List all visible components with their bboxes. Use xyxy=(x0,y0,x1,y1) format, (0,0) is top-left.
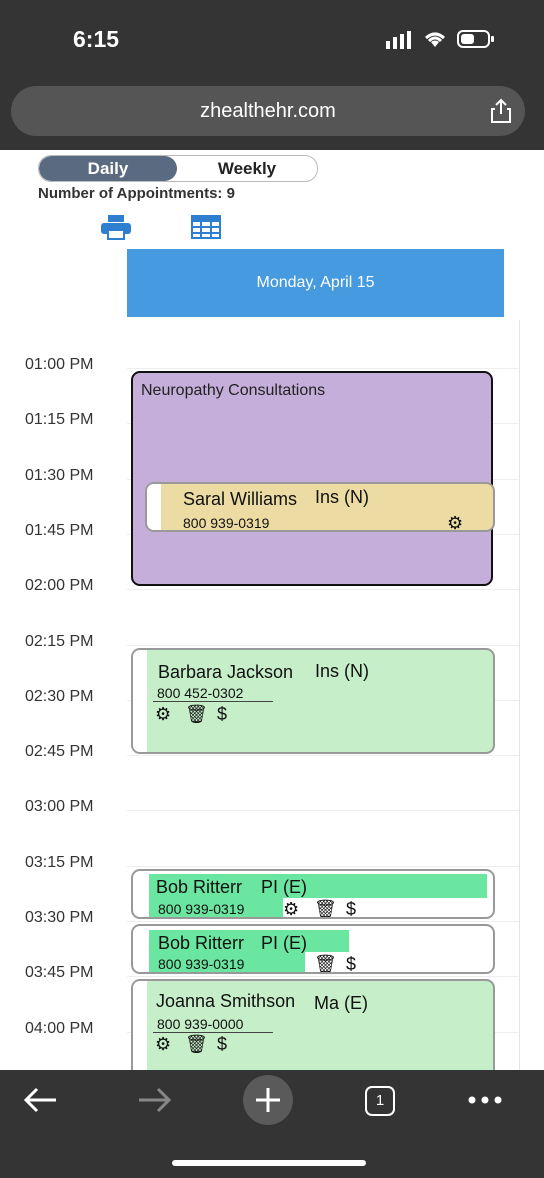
view-toggle: Daily Weekly xyxy=(38,155,318,182)
time-slot-label: 03:15 PM xyxy=(25,854,94,871)
card-strip xyxy=(147,484,161,530)
gear-icon[interactable]: ⚙ xyxy=(283,900,299,917)
tabs-button[interactable]: 1 xyxy=(365,1086,395,1116)
patient-name: Saral Williams xyxy=(183,489,298,509)
url-text: zhealthehr.com xyxy=(200,100,336,122)
slot-divider xyxy=(127,755,519,756)
dollar-icon[interactable]: $ xyxy=(217,705,227,723)
patient-name: Barbara Jackson xyxy=(158,662,294,682)
patient-phone: 800 939-0000 xyxy=(157,1016,244,1032)
time-slot-label: 02:15 PM xyxy=(25,633,94,650)
tabs-count: 1 xyxy=(375,1092,385,1109)
dollar-icon[interactable]: $ xyxy=(346,955,356,972)
patient-phone: 800 939-0319 xyxy=(158,956,245,972)
patient-name: Joanna Smithson xyxy=(156,991,296,1011)
card-strip xyxy=(133,650,147,752)
signal-icon xyxy=(386,31,411,49)
phone-underline xyxy=(153,1032,273,1033)
dollar-icon[interactable]: $ xyxy=(217,1035,227,1053)
trash-icon[interactable]: 🗑 xyxy=(314,955,337,972)
slot-divider xyxy=(127,368,519,369)
trash-icon[interactable]: 🗑 xyxy=(314,900,337,917)
new-tab-icon[interactable] xyxy=(243,1075,293,1125)
time-slot-label: 02:00 PM xyxy=(25,577,94,594)
appointment-type: Ins (N) xyxy=(315,487,369,507)
time-slot-label: 03:30 PM xyxy=(25,909,94,926)
patient-phone: 800 939-0319 xyxy=(158,901,245,917)
time-slot-label: 03:00 PM xyxy=(25,798,94,815)
time-slot-label: 03:45 PM xyxy=(25,964,94,981)
schedule-block[interactable]: Neuropathy Consultations xyxy=(131,371,493,586)
appointment-type: PI (E) xyxy=(261,933,308,953)
block-title: Neuropathy Consultations xyxy=(141,382,326,399)
back-arrow-icon[interactable] xyxy=(22,1086,58,1114)
time-slot-label: 04:00 PM xyxy=(25,1020,94,1037)
gear-icon[interactable]: ⚙ xyxy=(447,514,463,530)
time-slot-label: 01:30 PM xyxy=(25,467,94,484)
appointments-count: Number of Appointments: 9 xyxy=(38,185,235,202)
time-slot-label: 01:00 PM xyxy=(25,356,94,373)
trash-icon[interactable]: 🗑 xyxy=(185,1035,208,1053)
dollar-icon[interactable]: $ xyxy=(346,900,356,917)
phone-underline xyxy=(153,701,273,702)
slot-divider xyxy=(127,866,519,867)
patient-phone: 800 939-0319 xyxy=(183,515,270,531)
status-time: 6:15 xyxy=(73,26,120,52)
trash-icon[interactable]: 🗑 xyxy=(185,705,208,723)
appointment-card[interactable]: Saral Williams Ins (N) 800 939-0319 ⚙ xyxy=(145,482,495,532)
slot-divider xyxy=(127,589,519,590)
slot-divider xyxy=(127,976,519,977)
status-bar: 6:15 xyxy=(0,0,544,80)
appointment-type: Ins (N) xyxy=(315,661,369,681)
weekly-tab[interactable]: Weekly xyxy=(177,156,317,181)
time-slot-label: 02:30 PM xyxy=(25,688,94,705)
time-slot-label: 01:45 PM xyxy=(25,522,94,539)
address-bar[interactable]: zhealthehr.com xyxy=(11,86,525,136)
appointment-card[interactable]: Bob Ritterr PI (E) 800 939-0319 🗑 $ xyxy=(131,924,495,974)
daily-tab[interactable]: Daily xyxy=(39,156,177,181)
gear-icon[interactable]: ⚙ xyxy=(155,705,171,723)
appointment-card[interactable]: Barbara Jackson Ins (N) 800 452-0302 ⚙ 🗑… xyxy=(131,648,495,754)
slot-divider xyxy=(127,810,519,811)
forward-arrow-icon[interactable] xyxy=(137,1086,173,1114)
printer-icon[interactable] xyxy=(100,214,132,240)
slot-divider xyxy=(127,645,519,646)
more-icon[interactable] xyxy=(468,1096,502,1104)
battery-icon xyxy=(457,30,494,48)
browser-toolbar: zhealthehr.com xyxy=(0,80,544,150)
slot-divider xyxy=(127,921,519,922)
home-indicator xyxy=(172,1160,366,1166)
date-header: Monday, April 15 xyxy=(127,249,504,317)
calendar-grid-icon[interactable] xyxy=(190,214,222,240)
gear-icon[interactable]: ⚙ xyxy=(155,1035,171,1053)
share-icon[interactable] xyxy=(487,97,515,125)
browser-bottom-bar: 1 xyxy=(0,1070,544,1178)
appointment-card[interactable]: Bob Ritterr PI (E) 800 939-0319 ⚙ 🗑 $ xyxy=(131,869,495,919)
appointment-type: PI (E) xyxy=(261,877,308,897)
appointment-type: Ma (E) xyxy=(314,993,368,1013)
patient-name: Bob Ritterr xyxy=(158,933,245,953)
patient-phone: 800 452-0302 xyxy=(157,685,244,701)
wifi-icon xyxy=(425,32,445,47)
patient-name: Bob Ritterr xyxy=(156,877,243,897)
time-slot-label: 02:45 PM xyxy=(25,743,94,760)
time-slot-label: 01:15 PM xyxy=(25,411,94,428)
